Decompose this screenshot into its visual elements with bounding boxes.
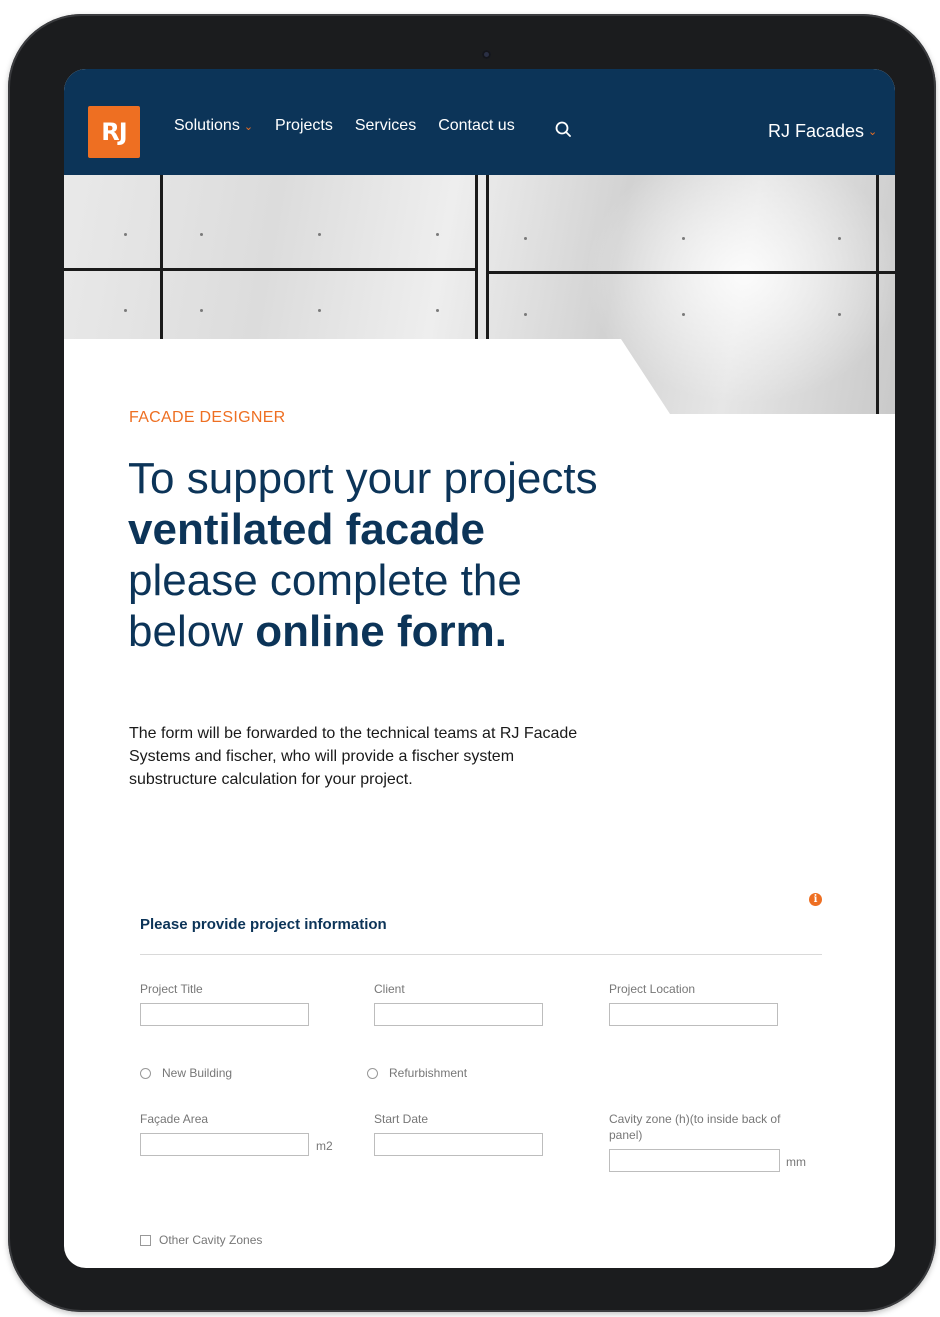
intro-text: The form will be forwarded to the techni… — [129, 725, 578, 788]
start-date-field[interactable] — [374, 1133, 543, 1156]
panel-joint — [486, 271, 895, 274]
nav-item-label: Solutions — [174, 117, 240, 134]
panel-fixing — [200, 233, 203, 236]
panel-fixing — [838, 313, 841, 316]
facade-area-field[interactable] — [140, 1133, 309, 1156]
facade-area-unit: m2 — [316, 1139, 333, 1153]
client-label: Client — [374, 982, 405, 996]
camera-icon — [482, 50, 491, 59]
nav-item-label: Contact us — [438, 117, 515, 134]
main-nav: Solutions ⌄ Projects Services Contact us — [174, 117, 537, 135]
start-date-label: Start Date — [374, 1112, 429, 1126]
nav-item-solutions[interactable]: Solutions ⌄ — [174, 117, 253, 135]
headline-part-bold: ventilated facade — [128, 505, 486, 554]
screen: RJ Solutions ⌄ Projects Services Contact… — [64, 69, 895, 1268]
refurbishment-label: Refurbishment — [389, 1066, 468, 1080]
panel-fixing — [682, 313, 685, 316]
cavity-zone-label: Cavity zone (h)(to inside back of panel) — [609, 1112, 781, 1142]
headline-part: To support your projects — [128, 454, 598, 503]
panel-fixing — [436, 309, 439, 312]
page-headline: To support your projects ventilated faca… — [128, 453, 598, 657]
facade-area-label: Façade Area — [140, 1112, 209, 1126]
new-building-radio[interactable] — [140, 1068, 151, 1079]
project-title-field[interactable] — [140, 1003, 309, 1026]
info-icon[interactable]: i — [809, 893, 822, 906]
panel-fixing — [524, 313, 527, 316]
chevron-down-icon: ⌄ — [868, 126, 878, 138]
form-title: Please provide project information — [140, 916, 387, 933]
refurbishment-radio[interactable] — [367, 1068, 378, 1079]
panel-fixing — [524, 237, 527, 240]
client-field[interactable] — [374, 1003, 543, 1026]
nav-item-contact-us[interactable]: Contact us — [438, 117, 514, 135]
project-location-label: Project Location — [609, 982, 696, 996]
panel-fixing — [682, 237, 685, 240]
eyebrow-label: FACADE DESIGNER — [129, 409, 286, 426]
logo-text: RJ — [101, 118, 127, 146]
panel-fixing — [318, 309, 321, 312]
headline-part-bold: online form. — [255, 607, 507, 656]
project-location-field[interactable] — [609, 1003, 778, 1026]
project-title-label: Project Title — [140, 982, 203, 996]
cavity-zone-field[interactable] — [609, 1149, 780, 1172]
panel-fixing — [318, 233, 321, 236]
site-header: RJ Solutions ⌄ Projects Services Contact… — [64, 69, 895, 175]
content-panel-edge — [64, 339, 895, 419]
rj-logo[interactable]: RJ — [88, 106, 140, 158]
nav-item-projects[interactable]: Projects — [275, 117, 333, 135]
brand-menu[interactable]: RJ Facades ⌄ — [768, 121, 877, 142]
chevron-down-icon: ⌄ — [243, 120, 254, 133]
new-building-label: New Building — [162, 1066, 233, 1080]
other-cavity-zones-checkbox[interactable] — [140, 1235, 151, 1246]
search-icon[interactable] — [555, 121, 571, 137]
panel-fixing — [200, 309, 203, 312]
panel-fixing — [838, 237, 841, 240]
panel-fixing — [436, 233, 439, 236]
panel-fixing — [124, 309, 127, 312]
cavity-zone-unit: mm — [786, 1155, 806, 1169]
panel-fixing — [124, 233, 127, 236]
brand-menu-label: RJ Facades — [768, 121, 865, 141]
nav-item-services[interactable]: Services — [355, 117, 416, 135]
panel-joint — [64, 268, 478, 271]
nav-item-label: Projects — [275, 117, 333, 134]
nav-item-label: Services — [354, 117, 417, 134]
other-cavity-zones-label: Other Cavity Zones — [159, 1233, 263, 1247]
divider — [140, 954, 822, 955]
